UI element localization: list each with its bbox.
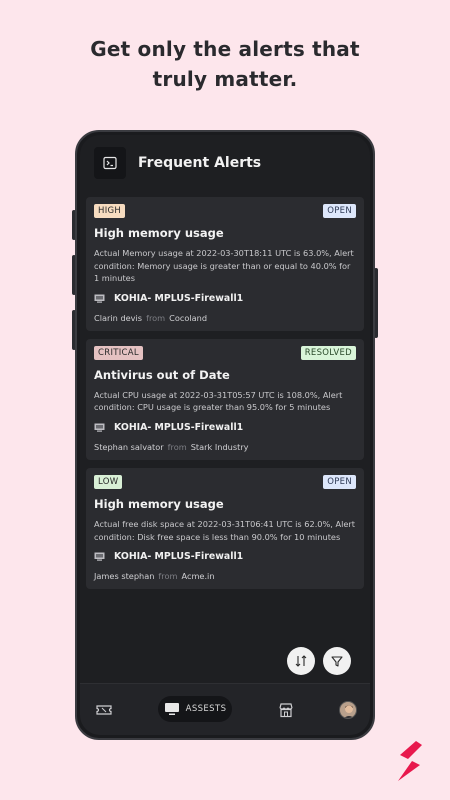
server-icon xyxy=(94,552,105,561)
headline-line-2: truly matter. xyxy=(152,67,298,91)
avatar xyxy=(339,701,357,719)
terminal-icon[interactable] xyxy=(94,147,126,179)
owner-name: Stephan salvator xyxy=(94,441,164,452)
severity-badge: LOW xyxy=(94,474,123,489)
severity-badge: CRITICAL xyxy=(94,345,143,360)
monitor-icon xyxy=(164,703,179,715)
nav-tickets[interactable] xyxy=(86,684,122,735)
from-label: from xyxy=(167,441,187,452)
app-screen: Frequent Alerts HIGH OPEN High memory us… xyxy=(80,135,370,735)
alert-card[interactable]: CRITICAL RESOLVED Antivirus out of Date … xyxy=(86,338,364,460)
alert-title: High memory usage xyxy=(94,496,224,511)
alert-description: Actual Memory usage at 2022-03-30T18:11 … xyxy=(94,248,354,284)
filter-icon xyxy=(331,656,343,667)
from-label: from xyxy=(146,312,166,323)
asset-name: KOHIA- MPLUS-Firewall1 xyxy=(114,292,244,304)
owner-row: James stephan from Acme.in xyxy=(94,571,356,581)
ticket-icon xyxy=(96,705,112,715)
alert-description: Actual CPU usage at 2022-03-31T05:57 UTC… xyxy=(94,389,343,413)
server-icon xyxy=(94,423,105,432)
headline: Get only the alerts that truly matter. xyxy=(0,34,450,94)
asset-name: KOHIA- MPLUS-Firewall1 xyxy=(114,421,244,433)
severity-badge: HIGH xyxy=(94,204,126,218)
phone-frame: Frequent Alerts HIGH OPEN High memory us… xyxy=(75,130,375,740)
organization-name: Acme.in xyxy=(181,571,215,582)
status-badge: OPEN xyxy=(323,204,356,218)
nav-assets-label: ASSESTS xyxy=(185,704,227,714)
nav-profile[interactable] xyxy=(330,684,366,735)
brand-logo xyxy=(398,741,422,781)
owner-row: Stephan salvator from Stark Industry xyxy=(94,442,356,452)
status-badge: OPEN xyxy=(323,474,356,489)
headline-line-1: Get only the alerts that xyxy=(90,37,360,61)
nav-store[interactable] xyxy=(268,684,304,735)
sort-icon xyxy=(295,655,307,667)
status-badge: RESOLVED xyxy=(300,345,356,360)
alert-description: Actual free disk space at 2022-03-31T06:… xyxy=(94,518,355,542)
app-bar: Frequent Alerts xyxy=(80,135,370,191)
owner-row: Clarin devis from Cocoland xyxy=(94,313,356,323)
organization-name: Stark Industry xyxy=(190,441,249,452)
alert-card[interactable]: HIGH OPEN High memory usage Actual Memor… xyxy=(86,197,364,331)
asset-name: KOHIA- MPLUS-Firewall1 xyxy=(114,551,244,563)
organization-name: Cocoland xyxy=(169,312,208,323)
filter-button[interactable] xyxy=(323,647,351,675)
sort-button[interactable] xyxy=(287,647,315,675)
nav-assets[interactable]: ASSESTS xyxy=(158,696,232,722)
alert-list: HIGH OPEN High memory usage Actual Memor… xyxy=(86,197,364,597)
owner-name: James stephan xyxy=(94,571,155,582)
server-icon xyxy=(94,294,105,303)
bottom-nav: ASSESTS xyxy=(80,683,370,735)
from-label: from xyxy=(158,571,178,582)
alert-title: Antivirus out of Date xyxy=(94,367,230,382)
page-title: Frequent Alerts xyxy=(138,155,262,171)
store-icon xyxy=(279,703,293,718)
alert-card[interactable]: LOW OPEN High memory usage Actual free d… xyxy=(86,467,364,590)
owner-name: Clarin devis xyxy=(94,312,143,323)
alert-title: High memory usage xyxy=(94,226,224,240)
